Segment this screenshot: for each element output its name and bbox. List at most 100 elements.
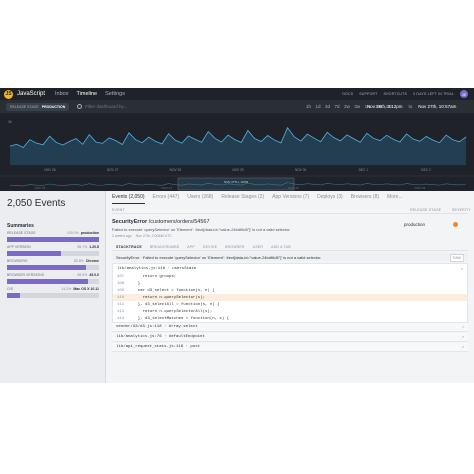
data-point <box>95 141 97 143</box>
data-point <box>49 135 50 137</box>
data-point <box>280 142 282 144</box>
range-1d[interactable]: 1d <box>316 104 321 109</box>
tab-user[interactable]: USER <box>253 245 264 249</box>
summary-browser-versions[interactable]: BROWSER VERSIONS 88.5% 45.0.0 <box>7 273 99 284</box>
tab-more[interactable]: More... <box>387 194 403 204</box>
tab-errors[interactable]: Errors (447) <box>153 194 180 204</box>
data-point <box>393 138 394 140</box>
search-icon <box>77 104 83 109</box>
tab-device[interactable]: DEVICE <box>203 245 217 249</box>
data-point <box>227 134 229 136</box>
date-to-word: to <box>408 104 413 109</box>
summary-pct: 58.7% <box>77 245 88 249</box>
data-point <box>234 139 235 140</box>
summary-bar-fill <box>7 250 61 256</box>
code-line: 112 return n.querySelectorAll(s); <box>113 308 467 315</box>
tab-release-stages[interactable]: Release Stages (2) <box>221 194 264 204</box>
data-point <box>373 138 374 139</box>
data-point <box>128 132 130 134</box>
summary-value: Chrome <box>85 259 99 263</box>
data-point <box>274 139 275 141</box>
external-link-icon[interactable]: ↗ <box>461 266 463 272</box>
range-3d[interactable]: 3d <box>325 104 330 109</box>
range-1h[interactable]: 1h <box>306 104 311 109</box>
external-link-icon[interactable]: ↗ <box>462 324 464 330</box>
line-number: 113 <box>117 316 125 321</box>
data-point <box>16 144 17 145</box>
line-number: 112 <box>117 309 125 314</box>
frame-file-label: lib/analytics.js:118 · usersState <box>117 266 197 271</box>
stack-frame[interactable]: lib/api_request_stats.js:118 · post ↗ <box>112 343 468 352</box>
shortcuts-link[interactable]: SHORTCUTS <box>384 92 408 96</box>
events-timeline-chart[interactable]: 2k NOV 26 NOV 27 NOV 28 NOV 29 NOV 30 DEC 1 DEC… <box>0 113 474 191</box>
overview-tick-label: NOV 28 <box>288 186 299 190</box>
tab-browser[interactable]: BROWSER <box>225 245 245 249</box>
release-stage-filter[interactable]: RELEASE STAGE PRODUCTION <box>6 102 70 111</box>
data-point <box>452 139 454 140</box>
nav-inbox[interactable]: Inbox <box>55 91 68 97</box>
summary-value: 1.20.8 <box>89 245 99 249</box>
tab-browsers[interactable]: Browsers (8) <box>351 194 379 204</box>
summary-browsers[interactable]: BROWSERS 85.8% Chrome <box>7 259 99 270</box>
tab-deploys[interactable]: Deploys (3) <box>317 194 343 204</box>
data-point <box>340 140 341 142</box>
code-line: 109 var d3_select = function(s, n) { <box>113 287 467 294</box>
data-point <box>36 142 37 144</box>
tab-users[interactable]: Users (268) <box>187 194 213 204</box>
range-7d[interactable]: 7d <box>335 104 340 109</box>
data-point <box>122 144 123 145</box>
raw-button[interactable]: RAW <box>449 254 464 262</box>
tab-app[interactable]: APP <box>187 245 195 249</box>
stack-frame[interactable]: lib/analytics.js:76 · defaultEndpoint ↗ <box>112 333 468 342</box>
tab-breadcrumbs[interactable]: BREADCRUMBS <box>150 245 179 249</box>
data-point <box>22 147 24 148</box>
project-name[interactable]: JavaScript <box>17 91 45 97</box>
data-point <box>161 143 163 145</box>
data-point <box>379 140 381 141</box>
external-link-icon[interactable]: ↗ <box>462 344 464 350</box>
stack-frame-file[interactable]: lib/analytics.js:118 · usersState ↗ <box>113 264 467 273</box>
summary-bar <box>7 250 99 256</box>
date-range[interactable]: Nov 26th, 3:12pm to Nov 27th, 10:57am <box>367 100 456 113</box>
filter-input[interactable] <box>85 104 206 109</box>
data-point <box>399 141 401 143</box>
events-count: 2,050 Events <box>7 198 66 209</box>
data-point <box>168 133 169 135</box>
trial-link[interactable]: 3 DAYS LEFT IN TRIAL <box>413 92 454 96</box>
summary-bar-fill <box>7 292 21 298</box>
data-point <box>346 134 348 136</box>
summary-release-stage[interactable]: RELEASE STAGE 100.0% production <box>7 231 99 242</box>
docs-link[interactable]: DOCS <box>342 92 353 96</box>
stack-frame[interactable]: vendor/d3/d3.js:118 · Array.select ↗ <box>112 323 468 332</box>
error-meta: 2 weeks ago Nov 27th, 2:00AM UTC <box>112 234 468 238</box>
tab-stacktrace[interactable]: STACKTRACE <box>116 245 142 249</box>
data-point <box>254 138 255 139</box>
range-3w[interactable]: 3w <box>354 104 360 109</box>
tab-events[interactable]: Events (2,050) <box>112 194 145 204</box>
data-point <box>115 140 117 141</box>
line-number: 108 <box>117 281 125 286</box>
tab-app-versions[interactable]: App Versions (7) <box>272 194 309 204</box>
y-tick-label: 2k <box>8 120 12 124</box>
data-point <box>307 133 308 135</box>
summary-app-version[interactable]: APP VERSION 58.7% 1.20.8 <box>7 245 99 256</box>
range-2w[interactable]: 2w <box>344 104 350 109</box>
project-logo[interactable]: JS <box>4 89 13 99</box>
data-point <box>260 141 262 142</box>
app-window: JS JavaScript Inbox Timeline Settings DO… <box>0 88 474 383</box>
nav-timeline[interactable]: Timeline <box>76 91 97 97</box>
avatar[interactable]: JE <box>460 90 468 98</box>
line-number: 110 <box>117 295 125 300</box>
error-timestamp: Nov 27th, 2:00AM UTC <box>135 234 172 238</box>
nav-settings[interactable]: Settings <box>105 91 125 97</box>
tab-add[interactable]: ADD A TAB <box>271 245 291 249</box>
summary-pct: 85.8% <box>73 259 84 263</box>
summary-value: production <box>80 231 99 235</box>
external-link-icon[interactable]: ↗ <box>462 334 464 340</box>
summary-pct: 14.3% <box>61 287 72 291</box>
summary-label: O/S <box>7 287 14 291</box>
summary-bar <box>7 236 99 242</box>
summary-pct: 100.0% <box>66 231 79 235</box>
support-link[interactable]: SUPPORT <box>359 92 377 96</box>
summary-os[interactable]: O/S 14.3% Mac OS X 10.11 <box>7 287 99 298</box>
